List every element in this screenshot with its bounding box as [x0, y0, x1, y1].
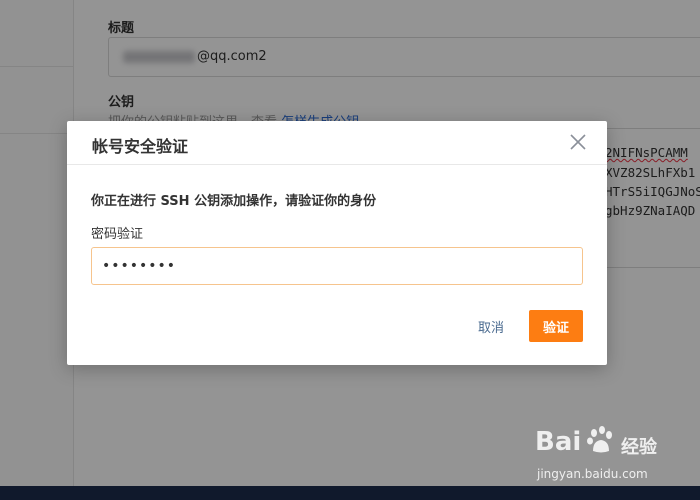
- password-label: 密码验证: [91, 227, 144, 242]
- security-verification-dialog: 帐号安全验证 你正在进行 SSH 公钥添加操作，请验证你的身份 密码验证 取消 …: [67, 121, 607, 365]
- watermark-brand: Bai: [535, 427, 582, 457]
- watermark-brand-suffix: 经验: [621, 437, 657, 458]
- password-input[interactable]: [91, 247, 583, 285]
- baidu-jingyan-watermark: Bai 经验 jingyan.baidu.com: [535, 425, 700, 485]
- dialog-description: 你正在进行 SSH 公钥添加操作，请验证你的身份: [91, 194, 377, 209]
- close-button[interactable]: [567, 131, 589, 153]
- dialog-header: 帐号安全验证: [67, 121, 607, 165]
- watermark-url: jingyan.baidu.com: [537, 467, 648, 481]
- cancel-button[interactable]: 取消: [467, 310, 515, 342]
- paw-icon: [587, 426, 612, 453]
- close-icon: [570, 134, 586, 150]
- dialog-title: 帐号安全验证: [92, 137, 189, 156]
- verify-button[interactable]: 验证: [529, 310, 583, 342]
